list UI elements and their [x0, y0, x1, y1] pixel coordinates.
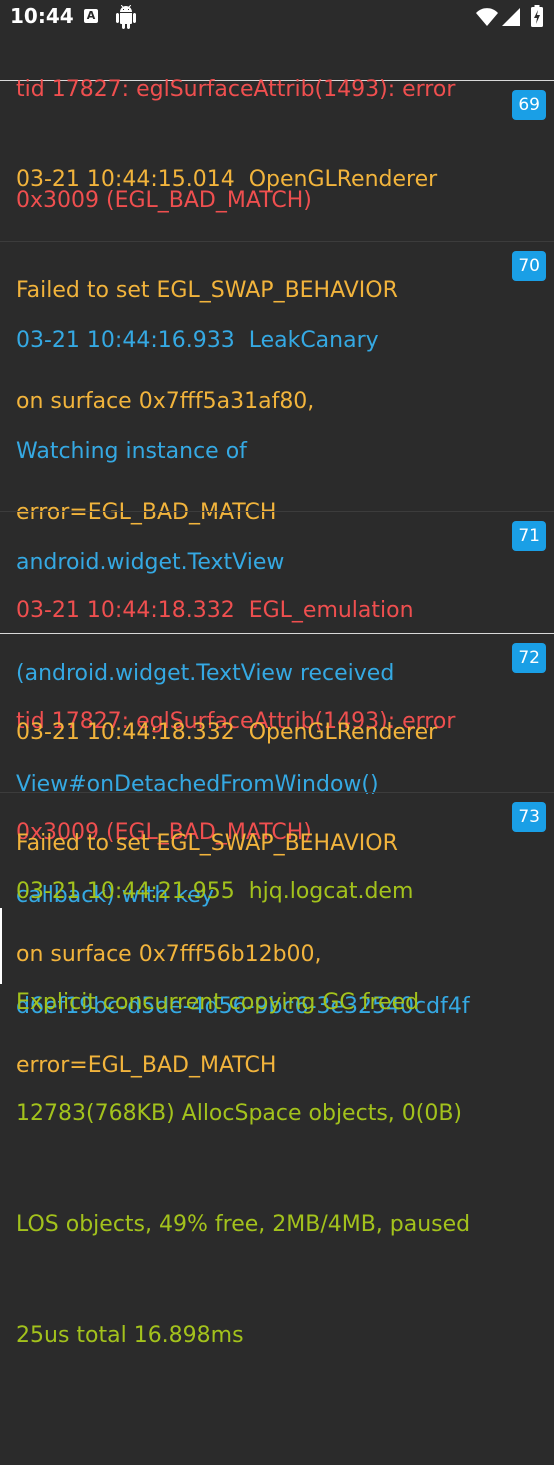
logcat-list[interactable]: tid 17827: eglSurfaceAttrib(1493): error… — [0, 0, 554, 1348]
wifi-icon — [476, 8, 498, 26]
log-header: 03-21 10:44:15.014 OpenGLRenderer — [16, 167, 438, 192]
log-number-badge: 70 — [512, 251, 546, 281]
log-header: 03-21 10:44:18.332 OpenGLRenderer — [16, 720, 438, 745]
log-entry-73[interactable]: 03-21 10:44:21.955 hjq.logcat.dem Explic… — [0, 793, 554, 1348]
status-bar: 10:44 A — [0, 0, 554, 36]
battery-icon — [531, 5, 543, 27]
log-number-badge: 69 — [512, 90, 546, 120]
log-number-badge: 71 — [512, 521, 546, 551]
log-entry-70[interactable]: 03-21 10:44:16.933 LeakCanary Watching i… — [0, 242, 554, 1019]
notification-a-icon: A — [84, 9, 98, 23]
log-header: 03-21 10:44:16.933 LeakCanary — [16, 328, 379, 353]
log-number-badge: 72 — [512, 643, 546, 673]
log-line: 25us total 16.898ms — [16, 1323, 244, 1348]
log-line: Watching instance of — [16, 439, 247, 464]
log-line: LOS objects, 49% free, 2MB/4MB, paused — [16, 1212, 471, 1237]
android-debug-icon — [116, 5, 136, 29]
log-entry-71[interactable]: 03-21 10:44:18.332 EGL_emulation tid 178… — [0, 512, 554, 845]
log-line: Explicit concurrent copying GC freed — [16, 990, 420, 1015]
log-header: 03-21 10:44:21.955 hjq.logcat.dem — [16, 879, 414, 904]
log-number-badge: 73 — [512, 802, 546, 832]
log-entry-69[interactable]: 03-21 10:44:15.014 OpenGLRenderer Failed… — [0, 81, 554, 525]
log-entry-72[interactable]: 03-21 10:44:18.332 OpenGLRenderer Failed… — [0, 634, 554, 1078]
log-line: error=EGL_BAD_MATCH — [16, 1053, 277, 1078]
status-time: 10:44 — [10, 4, 74, 28]
cell-signal-icon — [502, 8, 520, 26]
scroll-edge-indicator — [0, 908, 2, 984]
log-line: 12783(768KB) AllocSpace objects, 0(0B) — [16, 1101, 463, 1126]
log-header: 03-21 10:44:18.332 EGL_emulation — [16, 598, 414, 623]
